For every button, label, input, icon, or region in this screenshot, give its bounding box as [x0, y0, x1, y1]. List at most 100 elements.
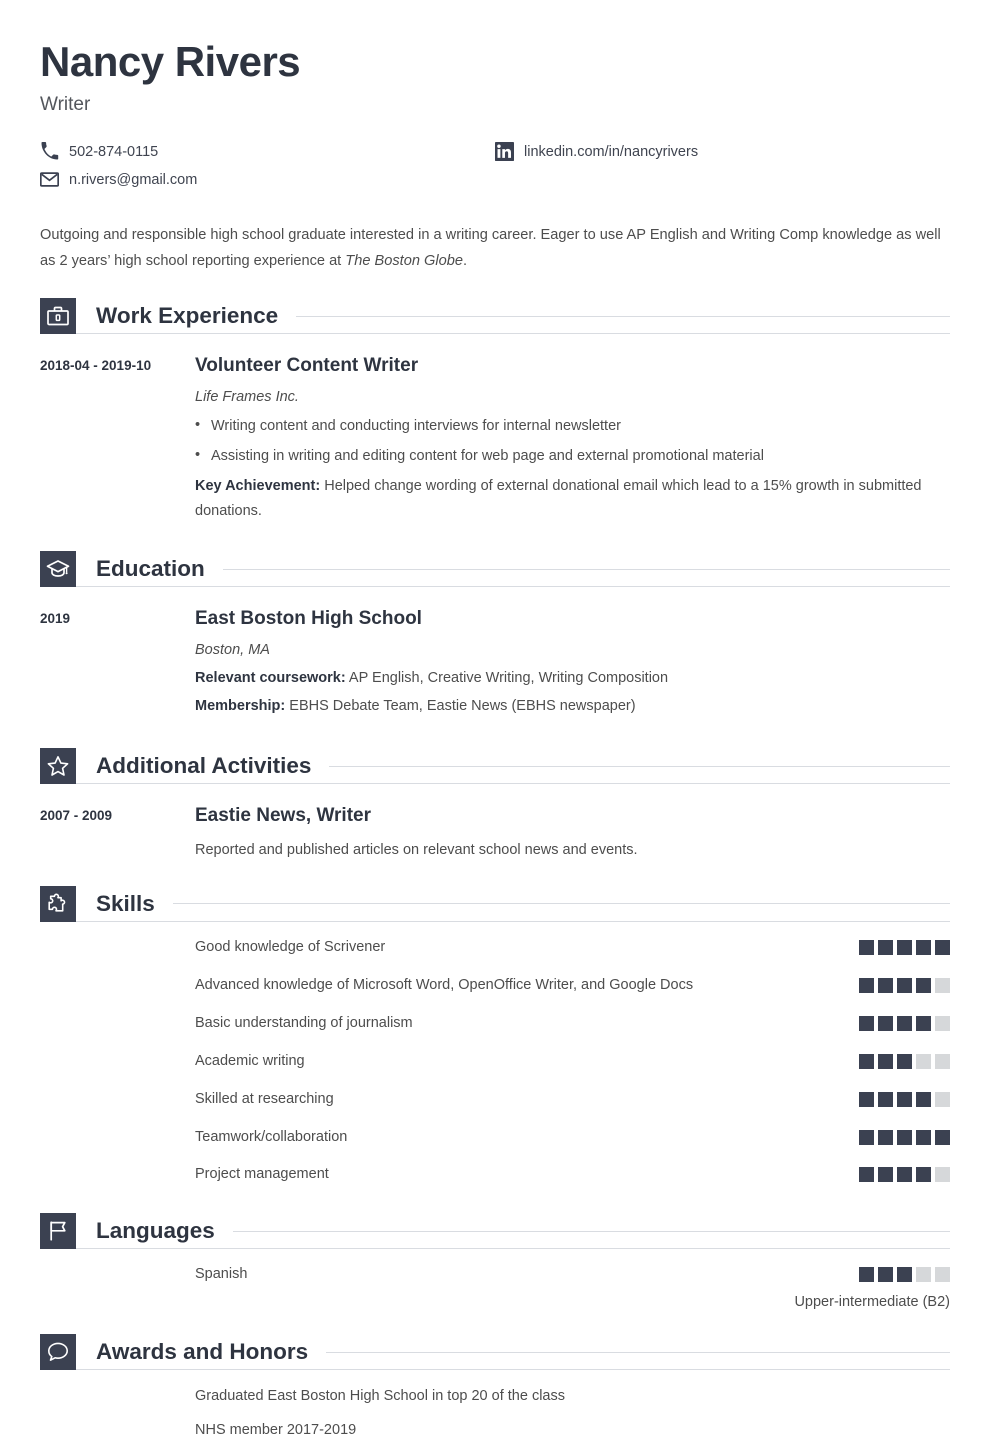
- contact-linkedin[interactable]: linkedin.com/in/nancyrivers: [495, 142, 950, 162]
- contact-email[interactable]: n.rivers@gmail.com: [40, 170, 495, 189]
- rating-box-filled: [897, 977, 912, 993]
- rating-box-empty: [935, 1015, 950, 1031]
- section-title-activities: Additional Activities: [96, 753, 312, 779]
- rating-box-filled: [916, 1091, 931, 1107]
- activity-entry: 2007 - 2009 Eastie News, Writer Reported…: [40, 805, 950, 861]
- list-item: Good knowledge of Scrivener: [40, 935, 950, 960]
- candidate-job-title: Writer: [40, 94, 91, 116]
- section-header-awards: Awards and Honors: [40, 1334, 950, 1371]
- activity-entry-date: 2007 - 2009: [40, 808, 113, 824]
- skill-label: Advanced knowledge of Microsoft Word, Op…: [195, 976, 694, 993]
- education-membership: Membership: EBHS Debate Team, Eastie New…: [195, 696, 950, 716]
- activity-entry-title: Eastie News, Writer: [195, 805, 372, 827]
- skill-label: Project management: [195, 1166, 329, 1183]
- education-location: Boston, MA: [195, 642, 270, 659]
- section-header-languages: Languages: [40, 1213, 950, 1250]
- rating-box-filled: [859, 1167, 874, 1183]
- skill-rating: [859, 973, 950, 993]
- language-level: Upper-intermediate (B2): [794, 1294, 950, 1311]
- section-title-education: Education: [96, 556, 205, 582]
- section-header-education: Education: [40, 551, 950, 588]
- section-underline: [76, 1248, 950, 1250]
- section-rule: [329, 765, 950, 767]
- rating-box-filled: [859, 1053, 874, 1069]
- list-item: Spanish: [40, 1262, 950, 1287]
- rating-box-empty: [935, 1167, 950, 1183]
- section-rule: [232, 1230, 950, 1232]
- rating-box-filled: [859, 1015, 874, 1031]
- section-skills: Skills Good knowledge of Scrivener Advan…: [40, 885, 950, 1188]
- rating-box-empty: [935, 977, 950, 993]
- rating-box-filled: [916, 1167, 931, 1183]
- contact-phone-text: 502-874-0115: [69, 143, 159, 160]
- contact-email-text: n.rivers@gmail.com: [69, 171, 198, 188]
- briefcase-icon: [40, 298, 76, 335]
- rating-box-filled: [897, 1267, 912, 1283]
- section-title-languages: Languages: [96, 1218, 215, 1244]
- section-rule: [222, 568, 950, 570]
- speech-bubble-icon: [40, 1334, 76, 1371]
- work-entry-achievement: Key Achievement: Helped change wording o…: [195, 474, 950, 523]
- rating-box-filled: [878, 977, 893, 993]
- rating-box-filled: [916, 939, 931, 955]
- achievement-label: Key Achievement:: [195, 478, 321, 495]
- section-underline: [76, 783, 950, 785]
- section-underline: [76, 920, 950, 922]
- resume-header: Nancy Rivers Writer 502-874-0115 linkedi…: [40, 39, 950, 198]
- rating-box-filled: [897, 939, 912, 955]
- work-entry-title: Volunteer Content Writer: [195, 355, 419, 377]
- section-header-work: Work Experience: [40, 298, 950, 335]
- skill-label: Skilled at researching: [195, 1090, 334, 1107]
- section-header-activities: Additional Activities: [40, 748, 950, 785]
- rating-box-empty: [935, 1267, 950, 1283]
- rating-box-filled: [878, 1167, 893, 1183]
- summary-text-1: Outgoing and responsible high school gra…: [40, 227, 941, 269]
- contact-list: 502-874-0115 linkedin.com/in/nancyrivers: [40, 142, 950, 198]
- rating-box-filled: [859, 1267, 874, 1283]
- section-underline: [76, 333, 950, 335]
- rating-box-filled: [897, 1167, 912, 1183]
- rating-box-filled: [878, 1129, 893, 1145]
- summary-paragraph: Outgoing and responsible high school gra…: [40, 223, 950, 274]
- contact-linkedin-text: linkedin.com/in/nancyrivers: [524, 143, 699, 160]
- work-entry-date: 2018-04 - 2019-10: [40, 358, 152, 374]
- section-rule: [172, 903, 950, 905]
- list-item: NHS member 2017-2019: [195, 1422, 357, 1438]
- skill-label: Academic writing: [195, 1052, 305, 1069]
- rating-box-filled: [878, 1267, 893, 1283]
- rating-box-filled: [897, 1091, 912, 1107]
- list-item: Skilled at researching: [40, 1087, 950, 1112]
- section-header-skills: Skills: [40, 885, 950, 922]
- summary-text-2: .: [462, 252, 467, 269]
- work-entry: 2018-04 - 2019-10 Volunteer Content Writ…: [40, 355, 950, 523]
- section-additional-activities: Additional Activities 2007 - 2009 Eastie…: [40, 748, 950, 861]
- rating-box-filled: [878, 1015, 893, 1031]
- rating-box-empty: [916, 1053, 931, 1069]
- skill-rating: [859, 1162, 950, 1183]
- awards-list: Graduated East Boston High School in top…: [40, 1388, 950, 1438]
- list-item: Advanced knowledge of Microsoft Word, Op…: [40, 973, 950, 998]
- skill-label: Good knowledge of Scrivener: [195, 938, 386, 955]
- section-education: Education 2019 East Boston High School B…: [40, 551, 950, 724]
- summary-publication: The Boston Globe: [345, 252, 463, 269]
- rating-box-filled: [897, 1129, 912, 1145]
- section-title-work: Work Experience: [96, 303, 279, 329]
- skill-rating: [859, 935, 950, 955]
- rating-box-empty: [916, 1267, 931, 1283]
- skill-label: Basic understanding of journalism: [195, 1014, 413, 1031]
- graduation-cap-icon: [40, 551, 76, 588]
- section-languages: Languages Spanish Upper-intermediate (B2…: [40, 1213, 950, 1310]
- membership-label: Membership:: [195, 698, 286, 715]
- contact-phone[interactable]: 502-874-0115: [40, 142, 495, 161]
- section-title-skills: Skills: [96, 890, 155, 916]
- list-item: Writing content and conducting interview…: [195, 414, 950, 437]
- rating-box-filled: [859, 1091, 874, 1107]
- email-icon: [40, 170, 59, 189]
- star-icon: [40, 748, 76, 785]
- skills-list: Good knowledge of Scrivener Advanced kno…: [40, 935, 950, 1188]
- section-title-awards: Awards and Honors: [96, 1339, 309, 1365]
- flag-icon: [40, 1213, 76, 1250]
- rating-box-filled: [916, 1129, 931, 1145]
- languages-list: Spanish Upper-intermediate (B2): [40, 1262, 950, 1310]
- skill-rating: [859, 1087, 950, 1107]
